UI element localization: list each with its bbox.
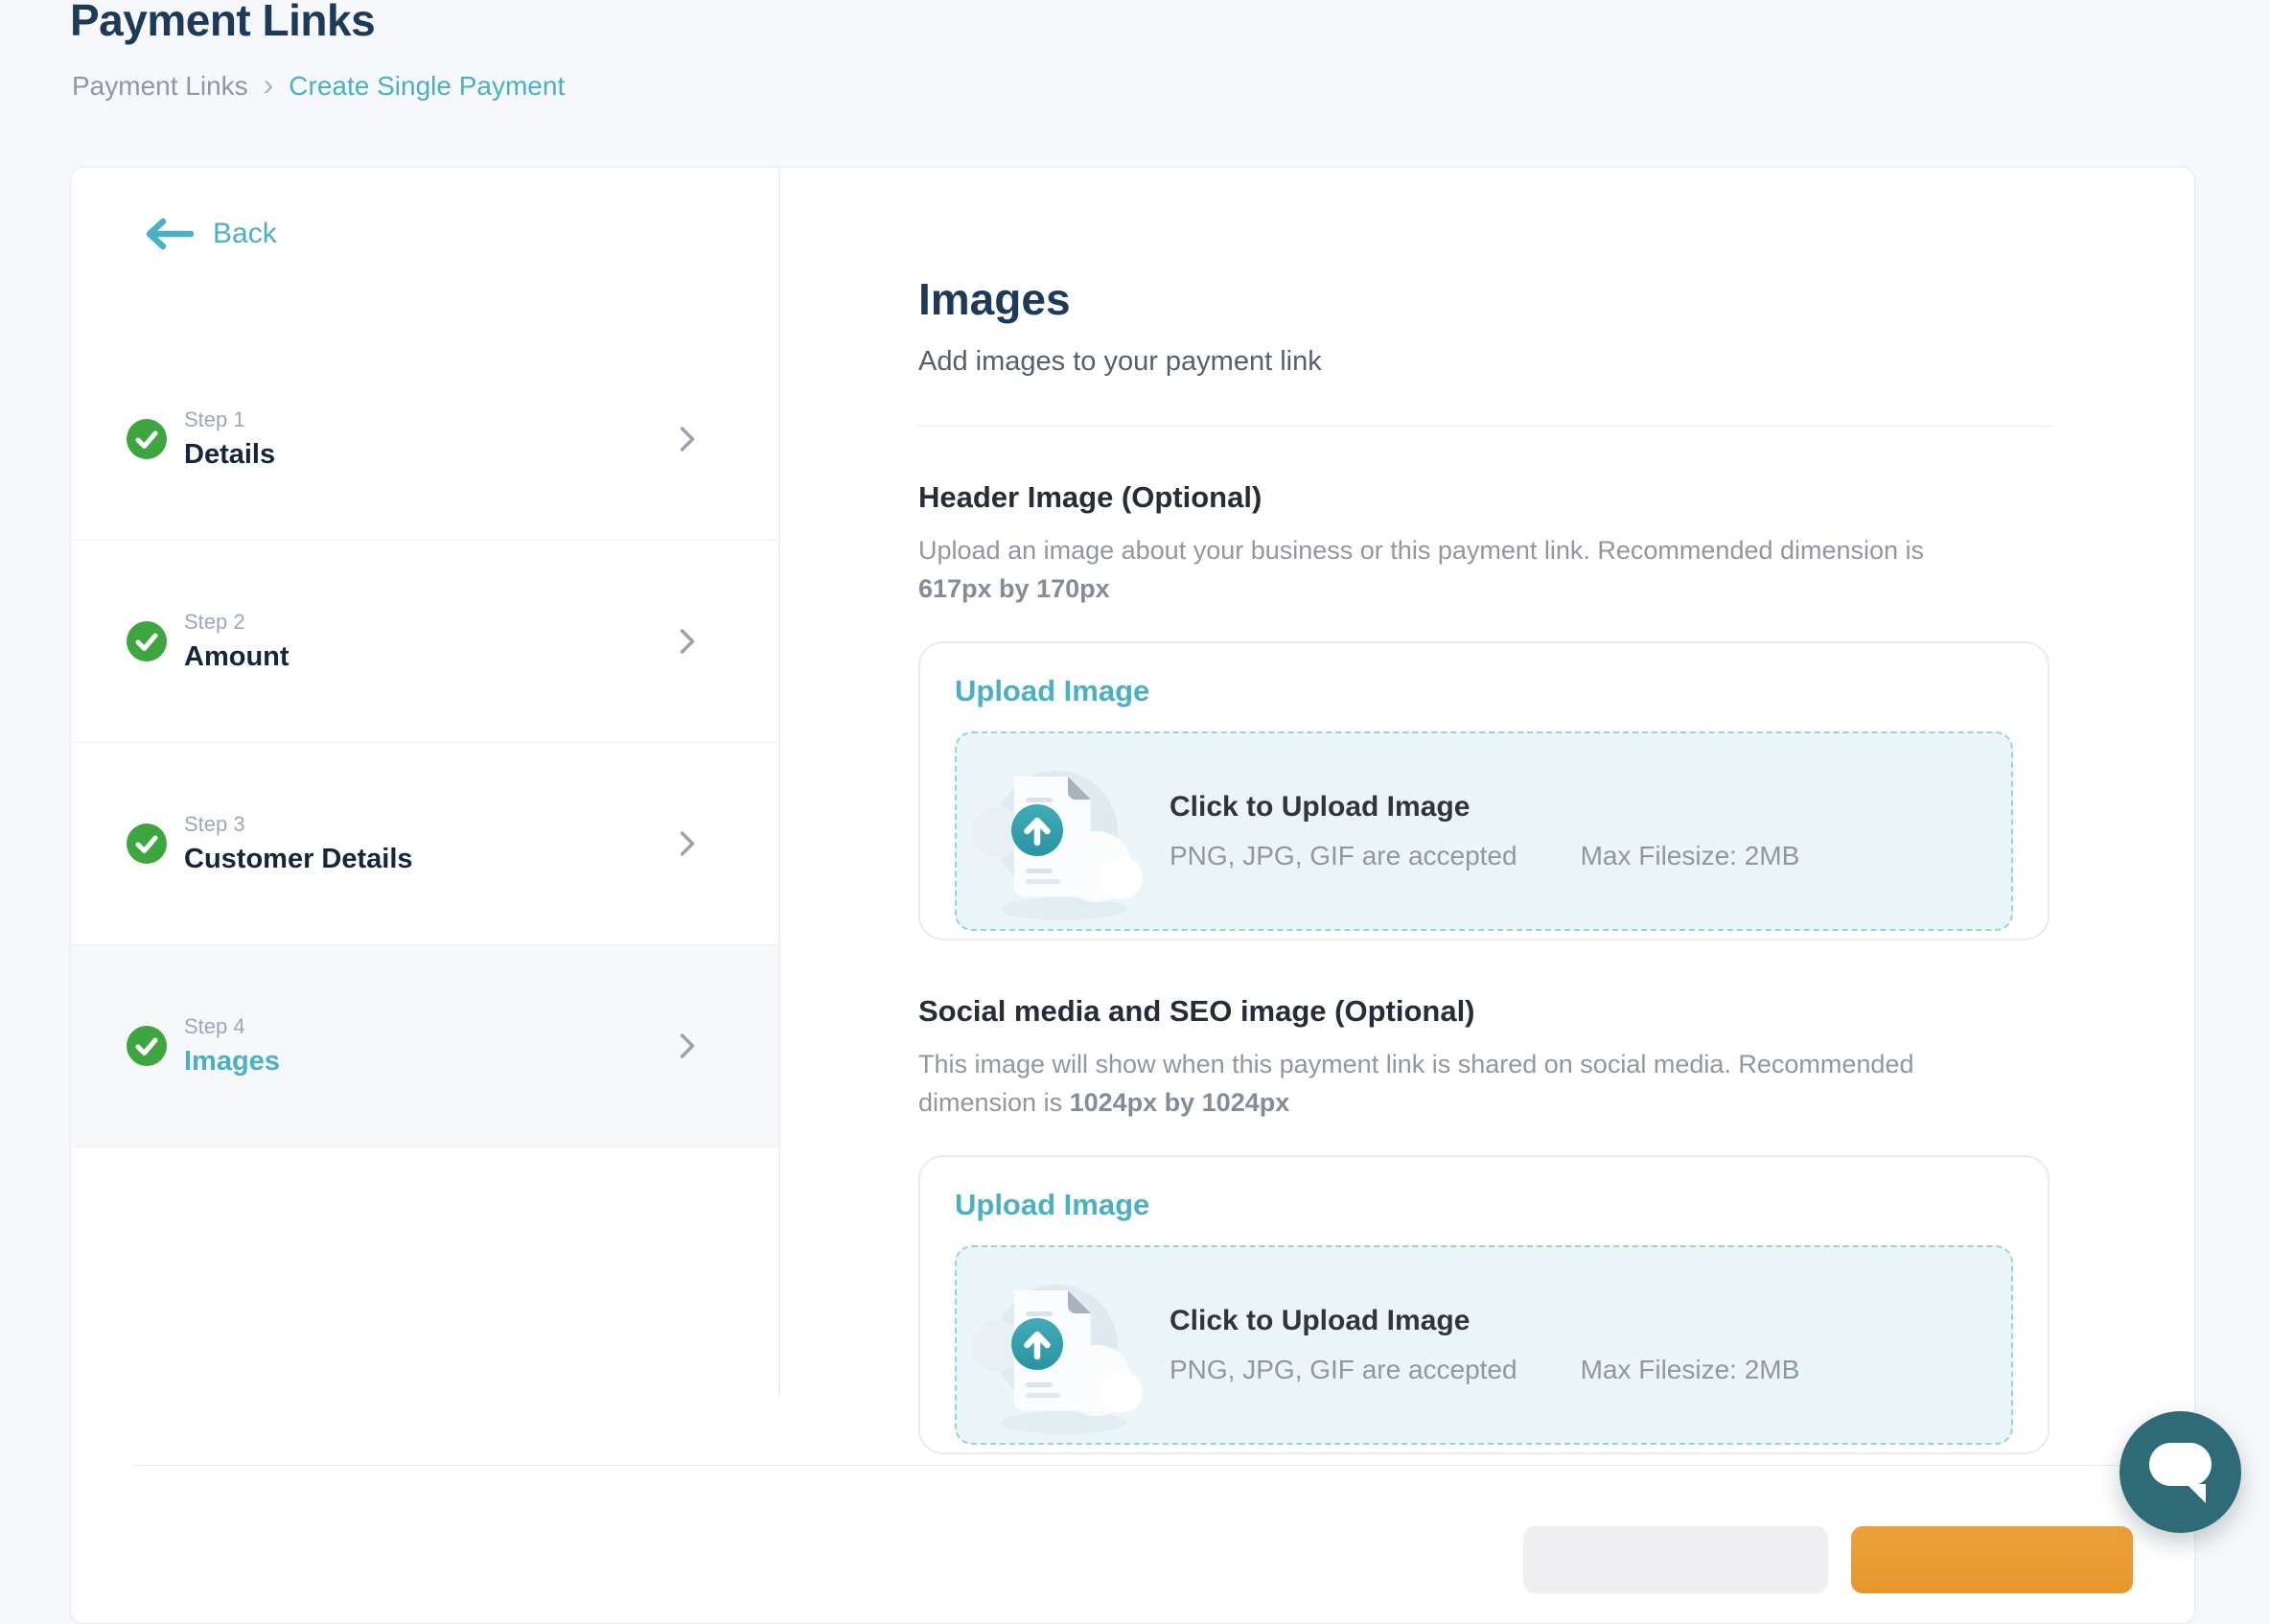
sidebar-divider — [778, 168, 780, 1395]
dropzone-cta: Click to Upload Image — [1170, 1305, 1799, 1337]
step-title: Images — [184, 1046, 280, 1078]
chevron-right-icon — [679, 1032, 696, 1060]
step-item-amount[interactable]: Step 2 Amount — [71, 541, 778, 743]
breadcrumb-item-current: Create Single Payment — [289, 71, 565, 102]
step-label: Step 1 — [184, 407, 275, 432]
content-heading: Images — [918, 273, 2053, 325]
dropzone-formats: PNG, JPG, GIF are accepted — [1170, 841, 1517, 871]
check-circle-icon — [127, 1026, 167, 1066]
footer-divider — [133, 1465, 2135, 1466]
chevron-right-icon — [679, 627, 696, 656]
upload-illustration-icon — [972, 748, 1145, 930]
step-item-images[interactable]: Step 4 Images — [71, 945, 778, 1148]
description-dimension: 1024px by 1024px — [1070, 1088, 1290, 1117]
seo-image-section-description: This image will show when this payment l… — [918, 1046, 2002, 1123]
seo-image-dropzone[interactable]: Click to Upload Image PNG, JPG, GIF are … — [955, 1245, 2013, 1445]
back-button[interactable]: Back — [144, 218, 277, 250]
chevron-right-icon: › — [264, 69, 274, 104]
dropzone-max-filesize: Max Filesize: 2MB — [1581, 841, 1800, 871]
header-image-section-description: Upload an image about your business or t… — [918, 532, 2002, 609]
header-image-dropzone[interactable]: Click to Upload Image PNG, JPG, GIF are … — [955, 731, 2013, 931]
header-image-section-title: Header Image (Optional) — [918, 480, 2053, 515]
images-step-content: Images Add images to your payment link H… — [918, 168, 2053, 1454]
breadcrumb-item-parent[interactable]: Payment Links — [72, 71, 248, 102]
step-item-details[interactable]: Step 1 Details — [71, 338, 778, 541]
back-label: Back — [213, 218, 277, 250]
seo-image-section-title: Social media and SEO image (Optional) — [918, 994, 2053, 1029]
dropzone-cta: Click to Upload Image — [1170, 791, 1799, 824]
primary-action-button[interactable] — [1851, 1526, 2133, 1593]
seo-image-upload-card: Upload Image — [918, 1155, 2050, 1454]
chat-bubble-icon — [2149, 1443, 2212, 1486]
chat-bubble-tail-icon — [2187, 1484, 2206, 1503]
chevron-right-icon — [679, 425, 696, 453]
step-label: Step 2 — [184, 610, 290, 635]
dropzone-max-filesize: Max Filesize: 2MB — [1581, 1355, 1800, 1385]
secondary-action-button[interactable] — [1523, 1526, 1828, 1593]
step-title: Customer Details — [184, 844, 413, 875]
dropzone-formats: PNG, JPG, GIF are accepted — [1170, 1355, 1517, 1385]
page-title: Payment Links — [70, 0, 375, 46]
step-item-customer-details[interactable]: Step 3 Customer Details — [71, 743, 778, 945]
check-circle-icon — [127, 621, 167, 661]
chevron-right-icon — [679, 829, 696, 858]
breadcrumb: Payment Links › Create Single Payment — [72, 69, 565, 104]
description-text: Upload an image about your business or t… — [918, 536, 1924, 565]
step-title: Amount — [184, 641, 290, 673]
create-payment-panel: Back Step 1 Details Step 2 Amoun — [70, 167, 2195, 1624]
step-label: Step 3 — [184, 812, 413, 837]
step-label: Step 4 — [184, 1014, 280, 1039]
check-circle-icon — [127, 419, 167, 459]
check-circle-icon — [127, 824, 167, 864]
page-root: Payment Links Payment Links › Create Sin… — [0, 0, 2270, 1540]
arrow-left-icon — [144, 218, 194, 250]
step-title: Details — [184, 439, 275, 471]
description-dimension: 617px by 170px — [918, 574, 1110, 603]
chat-launcher-button[interactable] — [2119, 1411, 2241, 1533]
description-text: This image will show when this payment l… — [918, 1050, 1913, 1117]
header-image-upload-card: Upload Image — [918, 641, 2050, 940]
wizard-steps: Step 1 Details Step 2 Amount — [71, 338, 778, 1148]
content-subheading: Add images to your payment link — [918, 346, 2053, 378]
upload-image-link[interactable]: Upload Image — [955, 674, 1149, 708]
upload-illustration-icon — [972, 1262, 1145, 1444]
heading-divider — [918, 426, 2051, 427]
upload-image-link[interactable]: Upload Image — [955, 1188, 1149, 1222]
